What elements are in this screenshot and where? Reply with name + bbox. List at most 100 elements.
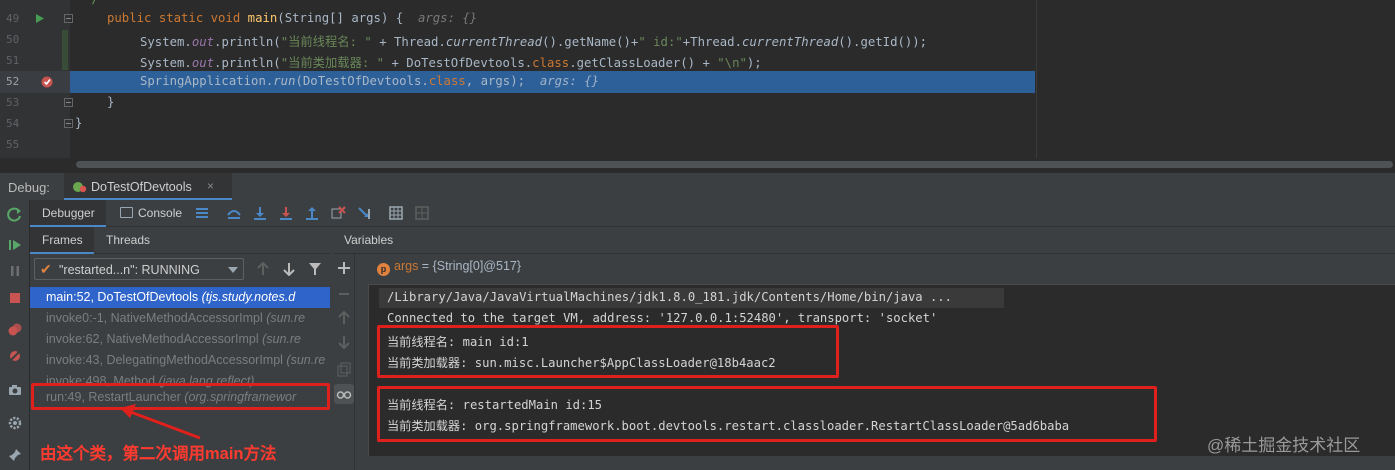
scrollbar-thumb[interactable] (76, 161, 1393, 168)
frame-item[interactable]: main:52, DoTestOfDevtools (tjs.study.not… (30, 287, 330, 308)
arrow-up-icon[interactable] (256, 262, 270, 276)
static-method: currentThread (742, 35, 839, 49)
tab-console[interactable]: Console (118, 200, 182, 227)
variable-name: args (394, 259, 419, 273)
code-editor[interactable]: 49 50 51 52 53 54 55 */ public static vo… (0, 0, 1395, 158)
code-text: +Thread. (682, 35, 742, 49)
line-number: 53 (6, 96, 20, 109)
vcs-change-marker (62, 30, 68, 70)
inline-debug-hint: args: {} (539, 74, 600, 88)
frame-item[interactable]: invoke:43, DelegatingMethodAccessorImpl … (30, 350, 330, 371)
step-out-icon[interactable] (304, 205, 320, 221)
arrow-down-icon[interactable] (282, 262, 296, 276)
annotation-box-main-thread (377, 325, 839, 378)
code-text: System. (140, 56, 192, 70)
frame-package: (sun.re (266, 311, 306, 325)
copy-icon[interactable] (336, 362, 352, 378)
camera-icon[interactable] (7, 382, 23, 398)
inline-debug-hint: args: {} (417, 11, 478, 25)
code-text: , args); (465, 74, 526, 88)
frame-method: main:52, DoTestOfDevtools (46, 290, 202, 304)
gear-icon[interactable] (7, 415, 23, 431)
tab-label: DoTestOfDevtools (91, 180, 192, 194)
step-into-icon[interactable] (278, 205, 294, 221)
tab-label: Threads (106, 233, 151, 247)
tab-debugger[interactable]: Debugger (30, 200, 106, 227)
annotation-box-restart-launcher (31, 383, 330, 410)
close-icon[interactable]: × (207, 179, 214, 193)
run-gutter-icon[interactable] (35, 13, 45, 24)
line-number: 52 (6, 75, 20, 88)
variable-row[interactable]: p args = {String[0]@517} (377, 259, 521, 276)
resume-icon[interactable] (7, 237, 23, 253)
rerun-icon[interactable] (7, 207, 23, 223)
string-literal: " id:" (638, 35, 683, 49)
editor-horizontal-scrollbar[interactable] (70, 158, 1395, 170)
static-method: currentThread (445, 35, 543, 49)
annotation-text: 由这个类，第二次调用main方法 (40, 445, 277, 463)
keyword: public static void (107, 11, 248, 25)
frame-method: invoke0:-1, NativeMethodAccessorImpl (46, 311, 267, 325)
panel-title: Variables (344, 233, 394, 247)
trace-icon[interactable] (414, 205, 430, 221)
tab-threads[interactable]: Threads (106, 227, 150, 254)
line-number: 49 (6, 12, 20, 25)
arrow-up-icon[interactable] (336, 310, 352, 326)
frame-method: invoke:43, DelegatingMethodAccessorImpl (46, 353, 287, 367)
code-text: .println( (214, 35, 281, 49)
string-literal: "当前线程名: " (280, 35, 372, 49)
code-line-50: System.out.println("当前线程名: " + Thread.cu… (70, 30, 1395, 51)
code-text: .getClassLoader() + (569, 56, 718, 70)
pause-icon[interactable] (7, 263, 23, 279)
static-method: run (273, 74, 296, 88)
frame-item[interactable]: invoke:62, NativeMethodAccessorImpl (sun… (30, 329, 330, 350)
show-execution-point-icon[interactable] (226, 205, 242, 221)
remove-watch-icon[interactable] (336, 286, 352, 302)
debug-toolbar: Debugger Console (30, 200, 1395, 227)
filter-icon[interactable] (308, 262, 322, 276)
field-name: out (191, 56, 215, 70)
tab-frames[interactable]: Frames (30, 227, 94, 254)
pin-icon[interactable] (7, 447, 23, 463)
run-to-cursor-icon[interactable] (356, 205, 372, 221)
line-number: 55 (6, 138, 20, 151)
check-icon: ✔ (40, 261, 52, 277)
step-over-icon[interactable] (252, 205, 268, 221)
code-text: } (75, 116, 83, 130)
stop-icon[interactable] (7, 290, 23, 306)
code-text: ().getId()); (838, 35, 928, 49)
spring-boot-icon (73, 182, 87, 193)
frames-threads-header: Frames Threads (30, 227, 330, 254)
chevron-down-icon (228, 267, 238, 273)
method-name: main (247, 11, 278, 25)
console-line: Connected to the target VM, address: '12… (387, 311, 938, 325)
glasses-icon[interactable] (336, 386, 352, 402)
variables-header: Variables (333, 227, 1395, 254)
arrow-down-icon[interactable] (336, 334, 352, 350)
parameter-badge-icon: p (377, 263, 390, 276)
field-name: out (191, 35, 215, 49)
code-text: ); (746, 56, 762, 70)
variable-value: = {String[0]@517} (418, 259, 522, 273)
breakpoint-icon[interactable] (40, 75, 54, 89)
thread-selector-dropdown[interactable]: ✔ "restarted...n": RUNNING (34, 258, 244, 280)
thread-selector-row: ✔ "restarted...n": RUNNING (30, 254, 330, 284)
add-watch-icon[interactable] (336, 260, 352, 276)
menu-icon[interactable] (194, 205, 210, 221)
code-text: .println( (214, 56, 281, 70)
frame-item[interactable]: invoke0:-1, NativeMethodAccessorImpl (su… (30, 308, 330, 329)
tab-label: Debugger (42, 206, 95, 220)
frame-package: (sun.re (262, 332, 301, 346)
variables-side-toolbar (333, 254, 355, 470)
view-breakpoints-icon[interactable] (7, 322, 23, 338)
console-icon (120, 207, 133, 218)
selected-thread: "restarted...n": RUNNING (59, 263, 200, 277)
mute-breakpoints-icon[interactable] (7, 348, 23, 364)
drop-frame-icon[interactable] (330, 205, 346, 221)
code-line-52: SpringApplication.run(DoTestOfDevtools.c… (70, 72, 1395, 93)
annotation-box-restarted-thread (377, 386, 1157, 442)
code-text: (DoTestOfDevtools. (295, 74, 429, 88)
debug-session-tab[interactable]: DoTestOfDevtools × (64, 173, 232, 201)
tab-label: Frames (42, 233, 83, 247)
evaluate-expression-icon[interactable] (388, 205, 404, 221)
